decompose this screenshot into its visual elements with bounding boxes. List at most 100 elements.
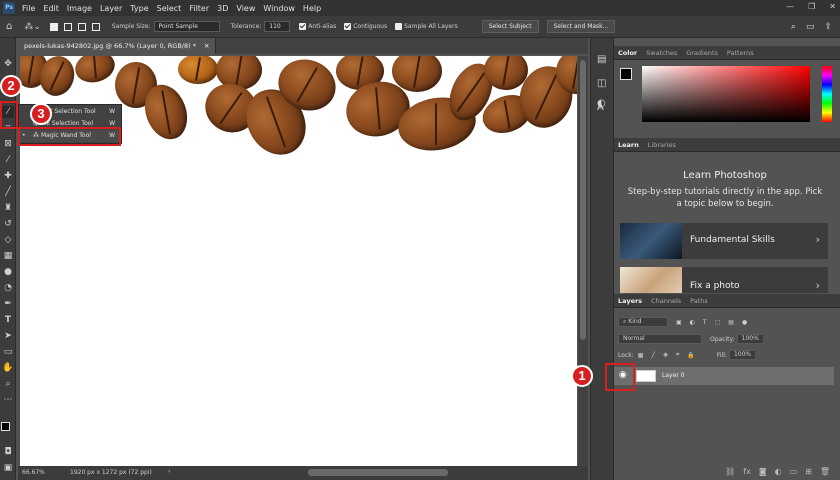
- properties-panel-icon[interactable]: ◫: [597, 78, 606, 89]
- document-tab[interactable]: pexels-lukas-942802.jpg @ 66.7% (Layer 0…: [18, 38, 217, 54]
- path-selection-tool-icon[interactable]: ➤: [2, 330, 14, 342]
- learn-card-fix-a-photo[interactable]: Fix a photo ›: [620, 267, 828, 293]
- move-tool-icon[interactable]: ✥: [2, 58, 14, 70]
- rectangle-tool-icon[interactable]: ▭: [2, 346, 14, 358]
- filter-toggle-icon[interactable]: ●: [742, 319, 747, 326]
- vertical-scrollbar[interactable]: [578, 56, 588, 466]
- menu-type[interactable]: Type: [130, 4, 148, 13]
- zoom-level[interactable]: 66.67%: [22, 469, 45, 476]
- layer-name[interactable]: Layer 0: [662, 372, 684, 379]
- healing-brush-tool-icon[interactable]: ✚: [2, 170, 14, 182]
- sample-size-select[interactable]: Point Sample: [153, 21, 220, 32]
- tab-libraries[interactable]: Libraries: [648, 141, 676, 149]
- lock-position-icon[interactable]: ✥: [663, 352, 668, 359]
- new-selection-icon[interactable]: [49, 22, 58, 31]
- tab-paths[interactable]: Paths: [690, 297, 708, 305]
- menu-layer[interactable]: Layer: [100, 4, 122, 13]
- contiguous-toggle[interactable]: Contiguous: [344, 23, 387, 30]
- menu-filter[interactable]: Filter: [189, 4, 209, 13]
- link-layers-icon[interactable]: ⛓: [725, 467, 735, 476]
- share-icon[interactable]: ⇪: [824, 22, 832, 32]
- character-panel-icon[interactable]: A: [597, 102, 604, 113]
- vertical-scroll-thumb[interactable]: [580, 60, 586, 340]
- tab-patterns[interactable]: Patterns: [727, 49, 754, 57]
- select-subject-button[interactable]: Select Subject: [481, 20, 539, 33]
- sample-all-layers-toggle[interactable]: Sample All Layers: [395, 23, 458, 30]
- status-menu-chevron-icon[interactable]: ›: [168, 468, 170, 475]
- layer-row-layer-0[interactable]: ◉ Layer 0: [614, 367, 834, 385]
- search-icon[interactable]: ⌕: [791, 22, 796, 32]
- layer-filter-kind-select[interactable]: ⌕ Kind: [618, 317, 668, 327]
- delete-layer-icon[interactable]: 🗑: [820, 467, 830, 476]
- menu-select[interactable]: Select: [157, 4, 182, 13]
- filter-shape-icon[interactable]: ⬚: [715, 319, 721, 326]
- opacity-input[interactable]: 100%: [736, 334, 764, 344]
- home-icon[interactable]: ⌂: [6, 21, 12, 32]
- tab-gradients[interactable]: Gradients: [686, 49, 718, 57]
- magic-wand-preset-icon[interactable]: ⁂⌄: [24, 22, 41, 32]
- tolerance-input[interactable]: 110: [264, 21, 291, 32]
- quick-mask-icon[interactable]: ◘: [2, 446, 14, 458]
- color-picker-field[interactable]: [642, 66, 810, 122]
- subtract-selection-icon[interactable]: [77, 22, 86, 31]
- learn-card-fundamental-skills[interactable]: Fundamental Skills ›: [620, 223, 828, 259]
- dodge-tool-icon[interactable]: ◔: [2, 282, 14, 294]
- more-tools-icon[interactable]: ⋯: [2, 394, 14, 406]
- filter-smart-object-icon[interactable]: ▤: [728, 319, 734, 326]
- anti-alias-checkbox[interactable]: [299, 23, 307, 30]
- history-panel-icon[interactable]: ▤: [597, 54, 606, 65]
- select-and-mask-button[interactable]: Select and Mask...: [546, 20, 616, 33]
- blur-tool-icon[interactable]: ●: [2, 266, 14, 278]
- lock-all-icon[interactable]: 🔒: [687, 352, 694, 359]
- tab-color[interactable]: Color: [618, 49, 637, 57]
- brush-tool-icon[interactable]: ╱: [2, 186, 14, 198]
- add-layer-style-icon[interactable]: fx: [743, 467, 751, 476]
- hue-slider[interactable]: [822, 66, 832, 122]
- filter-adjustment-icon[interactable]: ◐: [690, 319, 695, 326]
- lock-transparent-icon[interactable]: ▦: [638, 352, 644, 359]
- tab-swatches[interactable]: Swatches: [646, 49, 677, 57]
- workspace-icon[interactable]: ▭: [806, 22, 815, 32]
- fill-input[interactable]: 100%: [728, 350, 757, 360]
- tab-channels[interactable]: Channels: [651, 297, 681, 305]
- menu-image[interactable]: Image: [67, 4, 92, 13]
- lock-image-icon[interactable]: ╱: [651, 352, 655, 359]
- frame-tool-icon[interactable]: ⊠: [2, 138, 14, 150]
- menu-file[interactable]: File: [22, 4, 35, 13]
- pen-tool-icon[interactable]: ✒: [2, 298, 14, 310]
- eraser-tool-icon[interactable]: ◇: [2, 234, 14, 246]
- color-fg-swatch[interactable]: [620, 68, 632, 80]
- minimize-icon[interactable]: —: [786, 2, 794, 11]
- blend-mode-select[interactable]: Normal: [618, 334, 702, 344]
- menu-view[interactable]: View: [236, 4, 255, 13]
- clone-stamp-tool-icon[interactable]: ♜: [2, 202, 14, 214]
- screen-mode-icon[interactable]: ▣: [2, 462, 14, 474]
- filter-type-icon[interactable]: T: [703, 319, 707, 326]
- zoom-tool-icon[interactable]: ⌕: [2, 378, 14, 390]
- new-adjustment-layer-icon[interactable]: ◐: [775, 467, 782, 476]
- new-layer-icon[interactable]: ⊞: [805, 467, 812, 476]
- menu-help[interactable]: Help: [303, 4, 321, 13]
- anti-alias-toggle[interactable]: Anti-alias: [299, 23, 336, 30]
- sample-all-layers-checkbox[interactable]: [395, 23, 403, 30]
- tab-learn[interactable]: Learn: [618, 141, 639, 149]
- gradient-tool-icon[interactable]: ▦: [2, 250, 14, 262]
- menu-window[interactable]: Window: [263, 4, 295, 13]
- foreground-color-swatch[interactable]: [1, 422, 10, 431]
- contiguous-checkbox[interactable]: [344, 23, 352, 30]
- eyedropper-tool-icon[interactable]: ⁄: [2, 154, 14, 166]
- intersect-selection-icon[interactable]: [91, 22, 100, 31]
- hand-tool-icon[interactable]: ✋: [2, 362, 14, 374]
- type-tool-icon[interactable]: T: [2, 314, 14, 326]
- menu-edit[interactable]: Edit: [43, 4, 59, 13]
- add-mask-icon[interactable]: ◙: [759, 467, 767, 476]
- horizontal-scroll-thumb[interactable]: [308, 469, 448, 476]
- lock-artboard-icon[interactable]: ⌗: [676, 351, 679, 359]
- menu-3d[interactable]: 3D: [217, 4, 228, 13]
- close-icon[interactable]: ✕: [829, 2, 836, 11]
- close-tab-icon[interactable]: ✕: [204, 42, 209, 50]
- history-brush-tool-icon[interactable]: ↺: [2, 218, 14, 230]
- add-selection-icon[interactable]: [63, 22, 72, 31]
- filter-pixel-icon[interactable]: ▣: [676, 319, 682, 326]
- restore-icon[interactable]: ❐: [808, 2, 815, 11]
